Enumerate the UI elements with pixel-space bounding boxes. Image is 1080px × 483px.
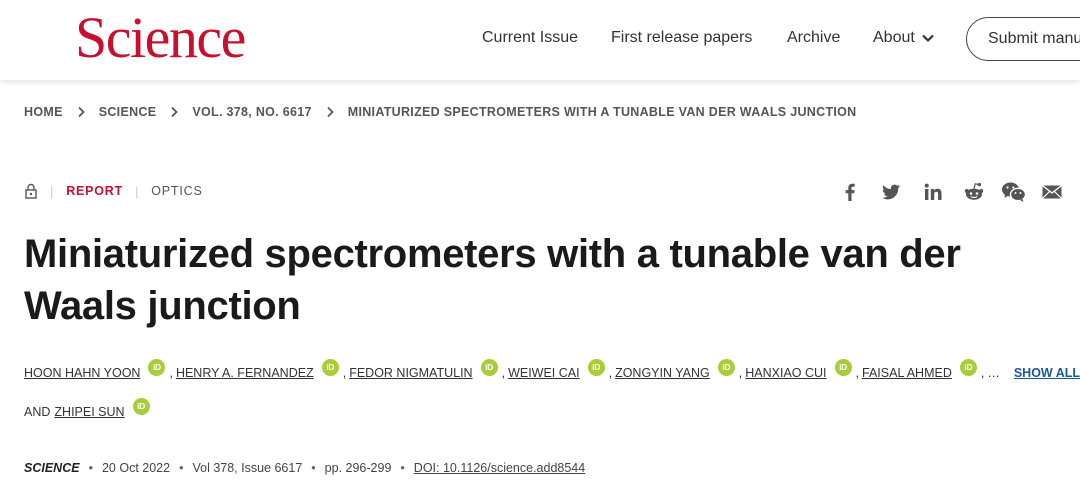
author-link[interactable]: FAISAL AHMED: [862, 366, 952, 380]
breadcrumb-volume[interactable]: VOL. 378, NO. 6617: [192, 105, 311, 119]
article-section[interactable]: OPTICS: [151, 184, 202, 198]
volume-issue: Vol 378, Issue 6617: [192, 461, 303, 475]
orcid-icon[interactable]: iD: [480, 359, 498, 376]
article-meta: | REPORT | OPTICS: [24, 183, 203, 199]
science-logo[interactable]: Science: [75, 9, 246, 67]
lock-icon: [24, 183, 38, 199]
orcid-icon[interactable]: iD: [148, 359, 166, 376]
meta-divider: |: [135, 183, 140, 199]
author-link[interactable]: HENRY A. FERNANDEZ: [176, 366, 314, 380]
breadcrumb-science[interactable]: SCIENCE: [99, 105, 157, 119]
author-separator: ,: [501, 366, 506, 380]
nav-about[interactable]: About: [873, 29, 935, 47]
orcid-icon[interactable]: iD: [321, 359, 339, 376]
facebook-icon[interactable]: [839, 181, 861, 203]
citation-dot: •: [311, 461, 316, 475]
author-link[interactable]: ZONGYIN YANG: [615, 366, 710, 380]
citation-line: SCIENCE • 20 Oct 2022 • Vol 378, Issue 6…: [24, 461, 585, 475]
submit-manuscript-button[interactable]: Submit manu: [966, 17, 1080, 61]
doi-link[interactable]: DOI: 10.1126/science.add8544: [414, 461, 585, 475]
orcid-icon[interactable]: iD: [717, 359, 735, 376]
show-all-authors-button[interactable]: SHOW ALL: [1014, 366, 1080, 380]
author-link[interactable]: FEDOR NIGMATULIN: [349, 366, 472, 380]
page-range: pp. 296-299: [324, 461, 392, 475]
orcid-icon[interactable]: iD: [587, 359, 605, 376]
citation-dot: •: [179, 461, 184, 475]
author-separator: ,: [980, 366, 985, 380]
citation-dot: •: [400, 461, 405, 475]
site-header: Science Current Issue First release pape…: [0, 0, 1080, 80]
author-line-2: AND ZHIPEI SUN iD: [24, 398, 150, 419]
wechat-icon[interactable]: [1001, 181, 1027, 203]
journal-name: SCIENCE: [24, 461, 80, 475]
chevron-right-icon: [76, 106, 86, 118]
orcid-icon[interactable]: iD: [834, 359, 852, 376]
author-link[interactable]: HANXIAO CUI: [745, 366, 826, 380]
reddit-icon[interactable]: [963, 181, 985, 203]
author-line-1: HOON HAHN YOON iD , HENRY A. FERNANDEZ i…: [24, 359, 1080, 380]
author-and-label: AND: [24, 405, 51, 419]
linkedin-icon[interactable]: [922, 181, 944, 203]
chevron-down-icon: [922, 34, 934, 43]
author-link[interactable]: ZHIPEI SUN: [54, 405, 124, 419]
author-link[interactable]: WEIWEI CAI: [508, 366, 580, 380]
chevron-right-icon: [169, 106, 179, 118]
breadcrumb: HOME SCIENCE VOL. 378, NO. 6617 MINIATUR…: [24, 105, 857, 119]
author-separator: ,: [169, 366, 173, 380]
author-separator: ,: [738, 366, 743, 380]
citation-dot: •: [88, 461, 93, 475]
article-title: Miniaturized spectrometers with a tunabl…: [24, 232, 961, 328]
chevron-right-icon: [325, 106, 335, 118]
breadcrumb-home[interactable]: HOME: [24, 105, 63, 119]
nav-first-release-papers[interactable]: First release papers: [611, 29, 752, 47]
email-icon[interactable]: [1041, 181, 1063, 203]
meta-divider: |: [50, 183, 55, 199]
orcid-icon[interactable]: iD: [959, 359, 977, 376]
author-ellipsis: …: [987, 366, 1000, 380]
twitter-icon[interactable]: [880, 181, 902, 203]
author-separator: ,: [342, 366, 347, 380]
nav-archive[interactable]: Archive: [787, 29, 840, 47]
author-separator: ,: [855, 366, 860, 380]
nav-current-issue[interactable]: Current Issue: [482, 29, 578, 47]
nav-about-label: About: [873, 29, 915, 46]
orcid-icon[interactable]: iD: [132, 398, 150, 415]
breadcrumb-current: MINIATURIZED SPECTROMETERS WITH A TUNABL…: [347, 105, 857, 119]
publication-date: 20 Oct 2022: [101, 461, 171, 475]
author-link[interactable]: HOON HAHN YOON: [24, 366, 140, 380]
article-type: REPORT: [66, 184, 124, 198]
author-separator: ,: [608, 366, 613, 380]
